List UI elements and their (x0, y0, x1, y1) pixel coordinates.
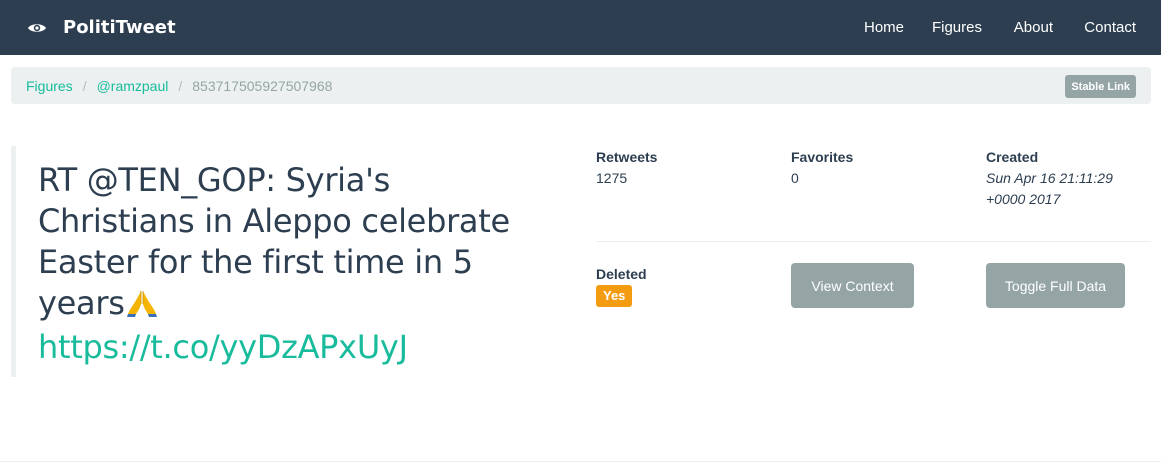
breadcrumb: Figures / @ramzpaul / 853717505927507968… (11, 67, 1151, 104)
deleted-label: Deleted (596, 266, 647, 282)
toggle-full-data-button[interactable]: Toggle Full Data (986, 263, 1125, 308)
brand-link[interactable]: PolitiTweet (27, 17, 176, 38)
view-context-button[interactable]: View Context (791, 263, 914, 308)
brand-name: PolitiTweet (63, 17, 176, 38)
breadcrumb-separator: / (82, 77, 87, 94)
stats-divider (596, 241, 1151, 242)
tweet-body: RT @TEN_GOP: Syria's Christians in Alepp… (38, 161, 510, 322)
praying-hands-icon (126, 286, 157, 327)
tweet-text: RT @TEN_GOP: Syria's Christians in Alepp… (38, 160, 551, 368)
stable-link-button[interactable]: Stable Link (1065, 75, 1136, 98)
breadcrumb-separator: / (178, 77, 183, 94)
tweet-blockquote: RT @TEN_GOP: Syria's Christians in Alepp… (11, 146, 551, 377)
created-label: Created (986, 149, 1039, 165)
nav-home[interactable]: Home (864, 19, 904, 36)
tweet-link[interactable]: https://t.co/yyDzAPxUyJ (38, 327, 551, 368)
breadcrumb-tweet-id: 853717505927507968 (192, 77, 333, 94)
retweets-label: Retweets (596, 149, 658, 165)
favorites-value: 0 (791, 170, 799, 186)
breadcrumb-figures[interactable]: Figures (26, 78, 73, 94)
navbar: PolitiTweet Home Figures About Contact (0, 0, 1161, 55)
bottom-divider (0, 461, 1161, 462)
nav-contact[interactable]: Contact (1084, 19, 1136, 36)
deleted-badge: Yes (596, 285, 633, 307)
eye-icon (27, 21, 47, 35)
nav-figures[interactable]: Figures (932, 19, 982, 36)
created-value: Sun Apr 16 21:11:29 +0000 2017 (986, 170, 1113, 207)
retweets-value: 1275 (596, 170, 628, 186)
breadcrumb-user[interactable]: @ramzpaul (97, 78, 169, 94)
favorites-label: Favorites (791, 149, 854, 165)
nav-about[interactable]: About (1014, 19, 1053, 36)
